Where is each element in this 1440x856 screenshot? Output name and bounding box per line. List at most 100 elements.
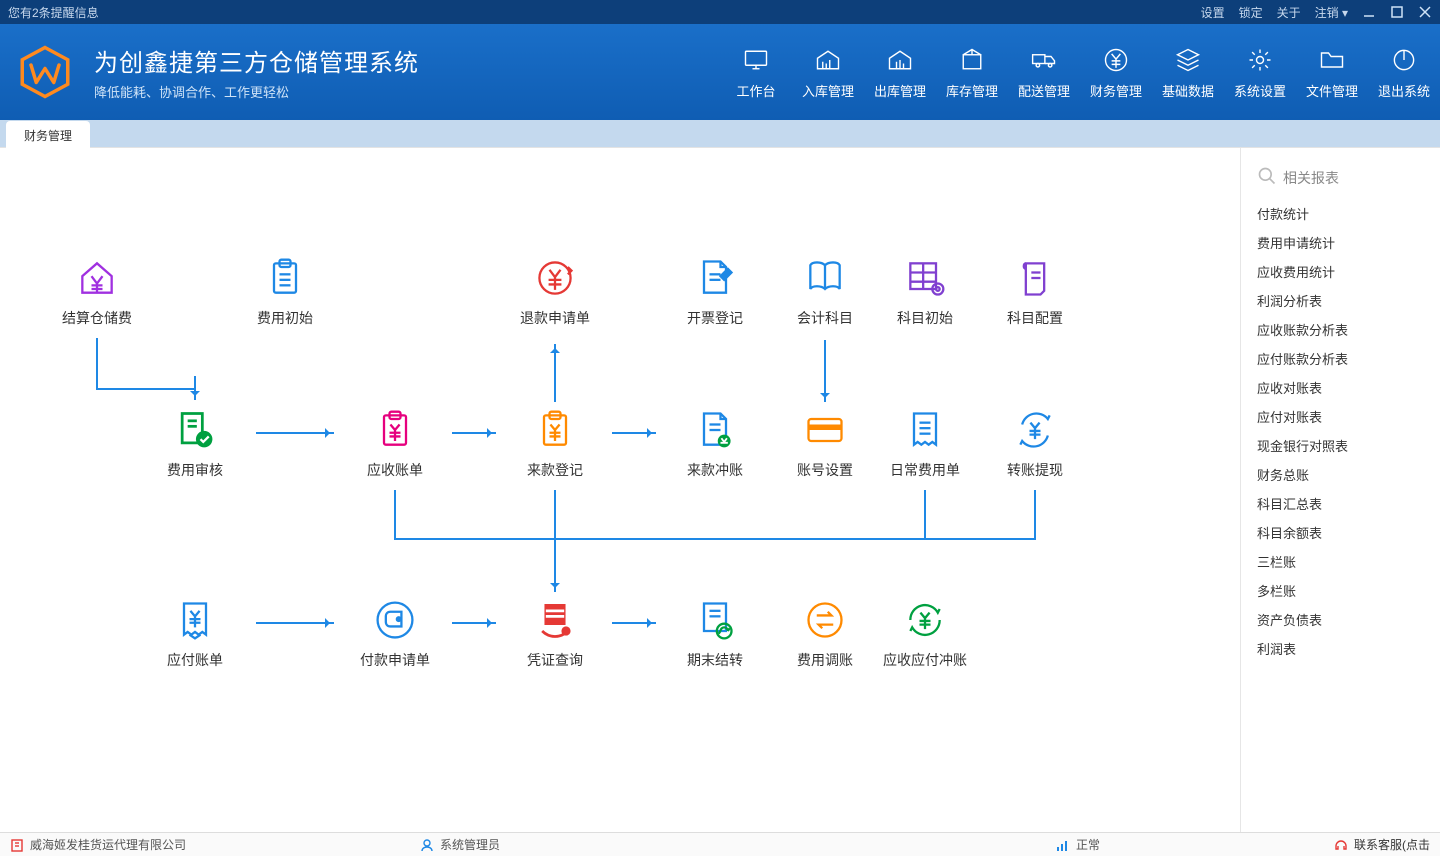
node-payment-in-register[interactable]: 来款登记 [500,408,610,488]
flow-arrow [256,622,334,624]
monitor-icon [741,45,771,75]
node-period-close[interactable]: 期末结转 [660,598,770,678]
stamp-icon [533,598,577,642]
user-text: 系统管理员 [440,836,500,853]
node-receivable-bill[interactable]: 应收账单 [340,408,450,488]
app-title: 为创鑫捷第三方仓储管理系统 [94,43,419,78]
gear-icon [1245,45,1275,75]
node-payment-request[interactable]: 付款申请单 [340,598,450,678]
node-subject-init[interactable]: 科目初始 [870,256,980,336]
node-voucher-query[interactable]: 凭证查询 [500,598,610,678]
report-link[interactable]: 利润表 [1257,634,1440,663]
chevron-down-icon: ▾ [1342,6,1348,20]
tab-finance[interactable]: 财务管理 [6,121,90,148]
warehouse-out-icon [885,45,915,75]
nav-files[interactable]: 文件管理 [1296,24,1368,120]
report-link[interactable]: 财务总账 [1257,460,1440,489]
flow-arrow [452,432,496,434]
node-label: 费用调账 [797,650,853,670]
settings-link[interactable]: 设置 [1201,4,1225,21]
nav-label: 系统设置 [1234,81,1286,100]
headset-icon [1334,838,1348,852]
node-daily-fee[interactable]: 日常费用单 [870,408,980,488]
nav-syssetting[interactable]: 系统设置 [1224,24,1296,120]
receipt-yen-icon [173,598,217,642]
flow-arrow [554,344,556,402]
yen-exchange-icon [1013,408,1057,452]
nav-basedata[interactable]: 基础数据 [1152,24,1224,120]
house-yen-icon [75,256,119,300]
flow-line [554,490,556,538]
nav-inventory[interactable]: 库存管理 [936,24,1008,120]
logout-link[interactable]: 注销 ▾ [1315,4,1348,21]
report-link[interactable]: 应收账款分析表 [1257,315,1440,344]
report-link[interactable]: 应付账款分析表 [1257,344,1440,373]
nav-finance[interactable]: 财务管理 [1080,24,1152,120]
brand: 为创鑫捷第三方仓储管理系统 降低能耗、协调合作、工作更轻松 [94,43,419,101]
wallet-icon [373,598,417,642]
yen-icon [1101,45,1131,75]
report-link[interactable]: 费用申请统计 [1257,228,1440,257]
lock-link[interactable]: 锁定 [1239,4,1263,21]
clipboard-icon [263,256,307,300]
node-subject-config[interactable]: 科目配置 [980,256,1090,336]
truck-icon [1029,45,1059,75]
node-label: 会计科目 [797,308,853,328]
node-invoice-register[interactable]: 开票登记 [660,256,770,336]
nav-label: 出库管理 [874,81,926,100]
report-link[interactable]: 三栏账 [1257,547,1440,576]
maximize-icon[interactable] [1390,5,1404,19]
flow-arrow [194,376,196,400]
about-link[interactable]: 关于 [1277,4,1301,21]
node-fee-adjust[interactable]: 费用调账 [770,598,880,678]
flow-line [96,388,194,390]
report-link[interactable]: 应付对账表 [1257,402,1440,431]
node-payable-bill[interactable]: 应付账单 [140,598,250,678]
node-label: 费用初始 [257,308,313,328]
statusbar: 威海姬发桂货运代理有限公司 系统管理员 正常 联系客服(点击 [0,832,1440,856]
notice-text[interactable]: 您有2条提醒信息 [8,4,99,21]
clipboard-yen-orange-icon [533,408,577,452]
node-label: 结算仓储费 [62,308,132,328]
nav-workbench[interactable]: 工作台 [720,24,792,120]
report-link[interactable]: 应收对账表 [1257,373,1440,402]
table-gear-icon [903,256,947,300]
node-refund-request[interactable]: 退款申请单 [500,256,610,336]
user-icon [420,838,434,852]
node-accounting-subject[interactable]: 会计科目 [770,256,880,336]
minimize-icon[interactable] [1362,5,1376,19]
node-label: 转账提现 [1007,460,1063,480]
node-fee-init[interactable]: 费用初始 [230,256,340,336]
report-link[interactable]: 应收费用统计 [1257,257,1440,286]
reports-header: 相关报表 [1257,166,1440,189]
logo-icon [14,41,76,103]
nav-exit[interactable]: 退出系统 [1368,24,1440,120]
report-link[interactable]: 科目余额表 [1257,518,1440,547]
help-text: 联系客服(点击 [1354,836,1430,853]
flow-arrow [256,432,334,434]
node-payment-in-offset[interactable]: 来款冲账 [660,408,770,488]
nav-outbound[interactable]: 出库管理 [864,24,936,120]
report-link[interactable]: 科目汇总表 [1257,489,1440,518]
nav-label: 基础数据 [1162,81,1214,100]
report-link[interactable]: 现金银行对照表 [1257,431,1440,460]
report-link[interactable]: 多栏账 [1257,576,1440,605]
node-account-setting[interactable]: 账号设置 [770,408,880,488]
flow-line [924,490,926,538]
tabbar: 财务管理 [0,120,1440,148]
company-text: 威海姬发桂货运代理有限公司 [30,836,186,853]
node-fee-review[interactable]: 费用审核 [140,408,250,488]
node-ar-ap-offset[interactable]: 应收应付冲账 [870,598,980,678]
node-settle-storage-fee[interactable]: 结算仓储费 [42,256,152,336]
box-icon [957,45,987,75]
report-link[interactable]: 付款统计 [1257,199,1440,228]
report-link[interactable]: 利润分析表 [1257,286,1440,315]
report-link[interactable]: 资产负债表 [1257,605,1440,634]
node-label: 来款冲账 [687,460,743,480]
nav-inbound[interactable]: 入库管理 [792,24,864,120]
status-help[interactable]: 联系客服(点击 [1334,836,1430,853]
node-transfer-withdraw[interactable]: 转账提现 [980,408,1090,488]
main-nav: 工作台 入库管理 出库管理 库存管理 配送管理 财务管理 基础数据 系统设置 文… [720,24,1440,120]
close-icon[interactable] [1418,5,1432,19]
nav-delivery[interactable]: 配送管理 [1008,24,1080,120]
